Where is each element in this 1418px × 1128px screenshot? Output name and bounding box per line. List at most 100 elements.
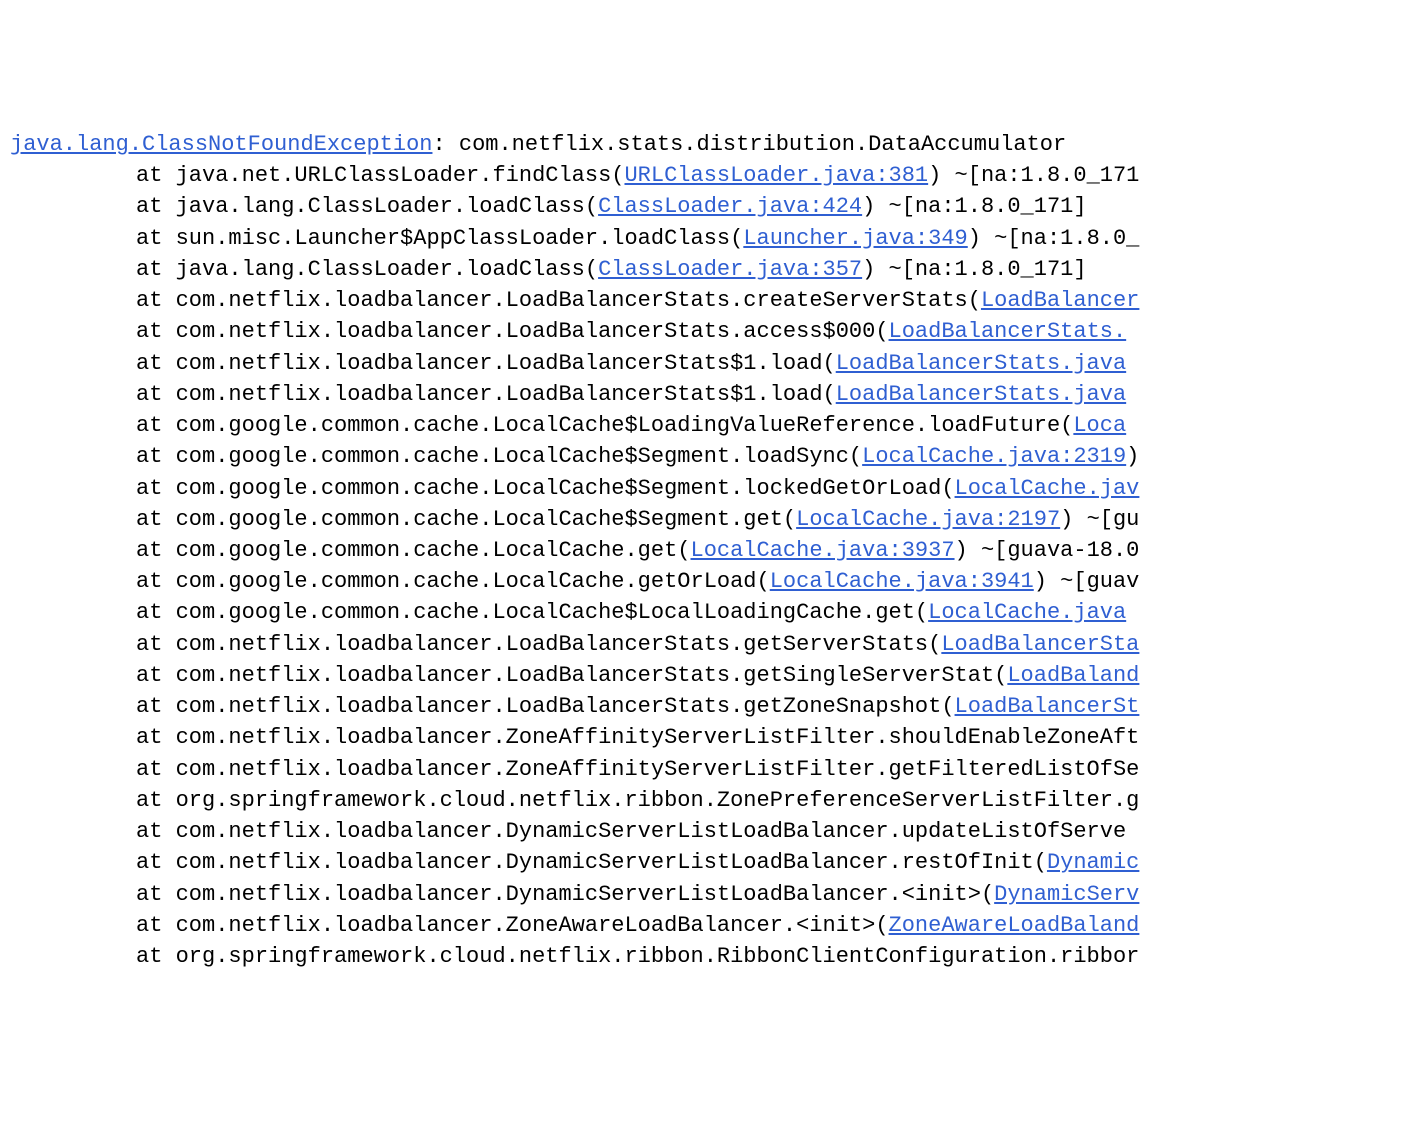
frame-at: at (136, 788, 162, 813)
frame-location: com.google.common.cache.LocalCache$Segme… (176, 476, 955, 501)
stack-frame: at com.netflix.loadbalancer.ZoneAffinity… (10, 754, 1418, 785)
source-link[interactable]: ZoneAwareLoadBaland (889, 913, 1140, 938)
stack-frame: at com.netflix.loadbalancer.LoadBalancer… (10, 379, 1418, 410)
stack-frame: at com.google.common.cache.LocalCache.ge… (10, 535, 1418, 566)
stack-frame: at com.google.common.cache.LocalCache.ge… (10, 566, 1418, 597)
source-link[interactable]: ClassLoader.java:357 (598, 257, 862, 282)
frame-location: com.netflix.loadbalancer.LoadBalancerSta… (176, 632, 942, 657)
frame-location: sun.misc.Launcher$AppClassLoader.loadCla… (176, 226, 744, 251)
frame-at: at (136, 444, 162, 469)
source-link[interactable]: Launcher.java:349 (743, 226, 967, 251)
stack-frame: at com.netflix.loadbalancer.LoadBalancer… (10, 348, 1418, 379)
stack-frame: at java.net.URLClassLoader.findClass(URL… (10, 160, 1418, 191)
frame-at: at (136, 663, 162, 688)
source-link[interactable]: Loca (1073, 413, 1126, 438)
stack-frame: at com.google.common.cache.LocalCache$Lo… (10, 597, 1418, 628)
frame-at: at (136, 757, 162, 782)
frame-at: at (136, 569, 162, 594)
frame-at: at (136, 194, 162, 219)
frame-at: at (136, 694, 162, 719)
stack-frame: at com.netflix.loadbalancer.LoadBalancer… (10, 629, 1418, 660)
stack-frame: at com.netflix.loadbalancer.DynamicServe… (10, 847, 1418, 878)
frame-at: at (136, 538, 162, 563)
source-link[interactable]: LocalCache.java:3941 (770, 569, 1034, 594)
stack-frame: at com.google.common.cache.LocalCache$Se… (10, 441, 1418, 472)
frame-at: at (136, 882, 162, 907)
frame-at: at (136, 413, 162, 438)
frame-location: com.google.common.cache.LocalCache$Loadi… (176, 413, 1074, 438)
source-link[interactable]: ClassLoader.java:424 (598, 194, 862, 219)
frame-location: com.google.common.cache.LocalCache$Segme… (176, 444, 863, 469)
source-link[interactable]: LoadBalancerSta (941, 632, 1139, 657)
frame-at: at (136, 257, 162, 282)
frame-at: at (136, 288, 162, 313)
frame-suffix: ) ~[na:1.8.0_171] (862, 194, 1086, 219)
frame-at: at (136, 476, 162, 501)
frame-location: com.netflix.loadbalancer.LoadBalancerSta… (176, 694, 955, 719)
frame-suffix: ) ~[gu (1060, 507, 1139, 532)
source-link[interactable]: LoadBalancerSt (955, 694, 1140, 719)
stack-frame: at java.lang.ClassLoader.loadClass(Class… (10, 191, 1418, 222)
frame-at: at (136, 725, 162, 750)
frame-suffix: ) ~[guav (1034, 569, 1140, 594)
frame-suffix: ) (1126, 444, 1139, 469)
stack-frame: at sun.misc.Launcher$AppClassLoader.load… (10, 223, 1418, 254)
frame-location: java.lang.ClassLoader.loadClass( (176, 194, 598, 219)
source-link[interactable]: LoadBalancerStats.java (836, 382, 1126, 407)
stack-frame: at com.netflix.loadbalancer.LoadBalancer… (10, 316, 1418, 347)
stack-frame: at com.google.common.cache.LocalCache$Se… (10, 473, 1418, 504)
frame-at: at (136, 319, 162, 344)
source-link[interactable]: LoadBalancerStats.java (836, 351, 1126, 376)
frame-suffix: ) ~[na:1.8.0_171 (928, 163, 1139, 188)
frame-location: org.springframework.cloud.netflix.ribbon… (176, 788, 1140, 813)
frame-at: at (136, 507, 162, 532)
frame-location: com.google.common.cache.LocalCache.get( (176, 538, 691, 563)
frame-location: com.google.common.cache.LocalCache.getOr… (176, 569, 770, 594)
stack-frame: at com.google.common.cache.LocalCache$Lo… (10, 410, 1418, 441)
frame-location: java.lang.ClassLoader.loadClass( (176, 257, 598, 282)
frame-at: at (136, 944, 162, 969)
frame-at: at (136, 382, 162, 407)
source-link[interactable]: LoadBalancer (981, 288, 1139, 313)
source-link[interactable]: LocalCache.java:2319 (862, 444, 1126, 469)
frame-location: com.netflix.loadbalancer.ZoneAffinitySer… (176, 757, 1140, 782)
frame-location: com.google.common.cache.LocalCache$Segme… (176, 507, 797, 532)
stack-frame: at com.netflix.loadbalancer.LoadBalancer… (10, 660, 1418, 691)
source-link[interactable]: LoadBaland (1007, 663, 1139, 688)
frame-location: com.netflix.loadbalancer.ZoneAwareLoadBa… (176, 913, 889, 938)
stack-frame: at com.netflix.loadbalancer.LoadBalancer… (10, 285, 1418, 316)
frame-suffix: ) ~[guava-18.0 (955, 538, 1140, 563)
stack-frame: at org.springframework.cloud.netflix.rib… (10, 941, 1418, 972)
frame-location: com.netflix.loadbalancer.LoadBalancerSta… (176, 351, 836, 376)
stack-frame: at java.lang.ClassLoader.loadClass(Class… (10, 254, 1418, 285)
frame-at: at (136, 819, 162, 844)
source-link[interactable]: URLClassLoader.java:381 (624, 163, 928, 188)
stacktrace-output: java.lang.ClassNotFoundException: com.ne… (10, 129, 1418, 972)
source-link[interactable]: LocalCache.java:3937 (691, 538, 955, 563)
source-link[interactable]: LocalCache.jav (955, 476, 1140, 501)
frame-at: at (136, 163, 162, 188)
stack-frame: at com.netflix.loadbalancer.LoadBalancer… (10, 691, 1418, 722)
frame-suffix: ) ~[na:1.8.0_171] (862, 257, 1086, 282)
frame-location: java.net.URLClassLoader.findClass( (176, 163, 625, 188)
source-link[interactable]: DynamicServ (994, 882, 1139, 907)
stack-frame: at org.springframework.cloud.netflix.rib… (10, 785, 1418, 816)
source-link[interactable]: LocalCache.java:2197 (796, 507, 1060, 532)
frame-at: at (136, 600, 162, 625)
frame-location: com.netflix.loadbalancer.ZoneAffinitySer… (176, 725, 1140, 750)
exception-class-link[interactable]: java.lang.ClassNotFoundException (10, 132, 432, 157)
frame-location: com.netflix.loadbalancer.DynamicServerLi… (176, 819, 1127, 844)
stack-frame: at com.netflix.loadbalancer.ZoneAwareLoa… (10, 910, 1418, 941)
frame-location: com.netflix.loadbalancer.LoadBalancerSta… (176, 319, 889, 344)
stack-frame: at com.netflix.loadbalancer.ZoneAffinity… (10, 722, 1418, 753)
frame-location: com.netflix.loadbalancer.DynamicServerLi… (176, 882, 995, 907)
stack-frame: at com.netflix.loadbalancer.DynamicServe… (10, 816, 1418, 847)
source-link[interactable]: LoadBalancerStats. (889, 319, 1127, 344)
frame-suffix: ) ~[na:1.8.0_ (968, 226, 1140, 251)
frame-at: at (136, 351, 162, 376)
frame-location: com.netflix.loadbalancer.LoadBalancerSta… (176, 382, 836, 407)
exception-header: java.lang.ClassNotFoundException: com.ne… (10, 129, 1418, 160)
frame-location: com.netflix.loadbalancer.LoadBalancerSta… (176, 288, 981, 313)
stack-frame: at com.netflix.loadbalancer.DynamicServe… (10, 879, 1418, 910)
source-link[interactable]: LocalCache.java (928, 600, 1126, 625)
